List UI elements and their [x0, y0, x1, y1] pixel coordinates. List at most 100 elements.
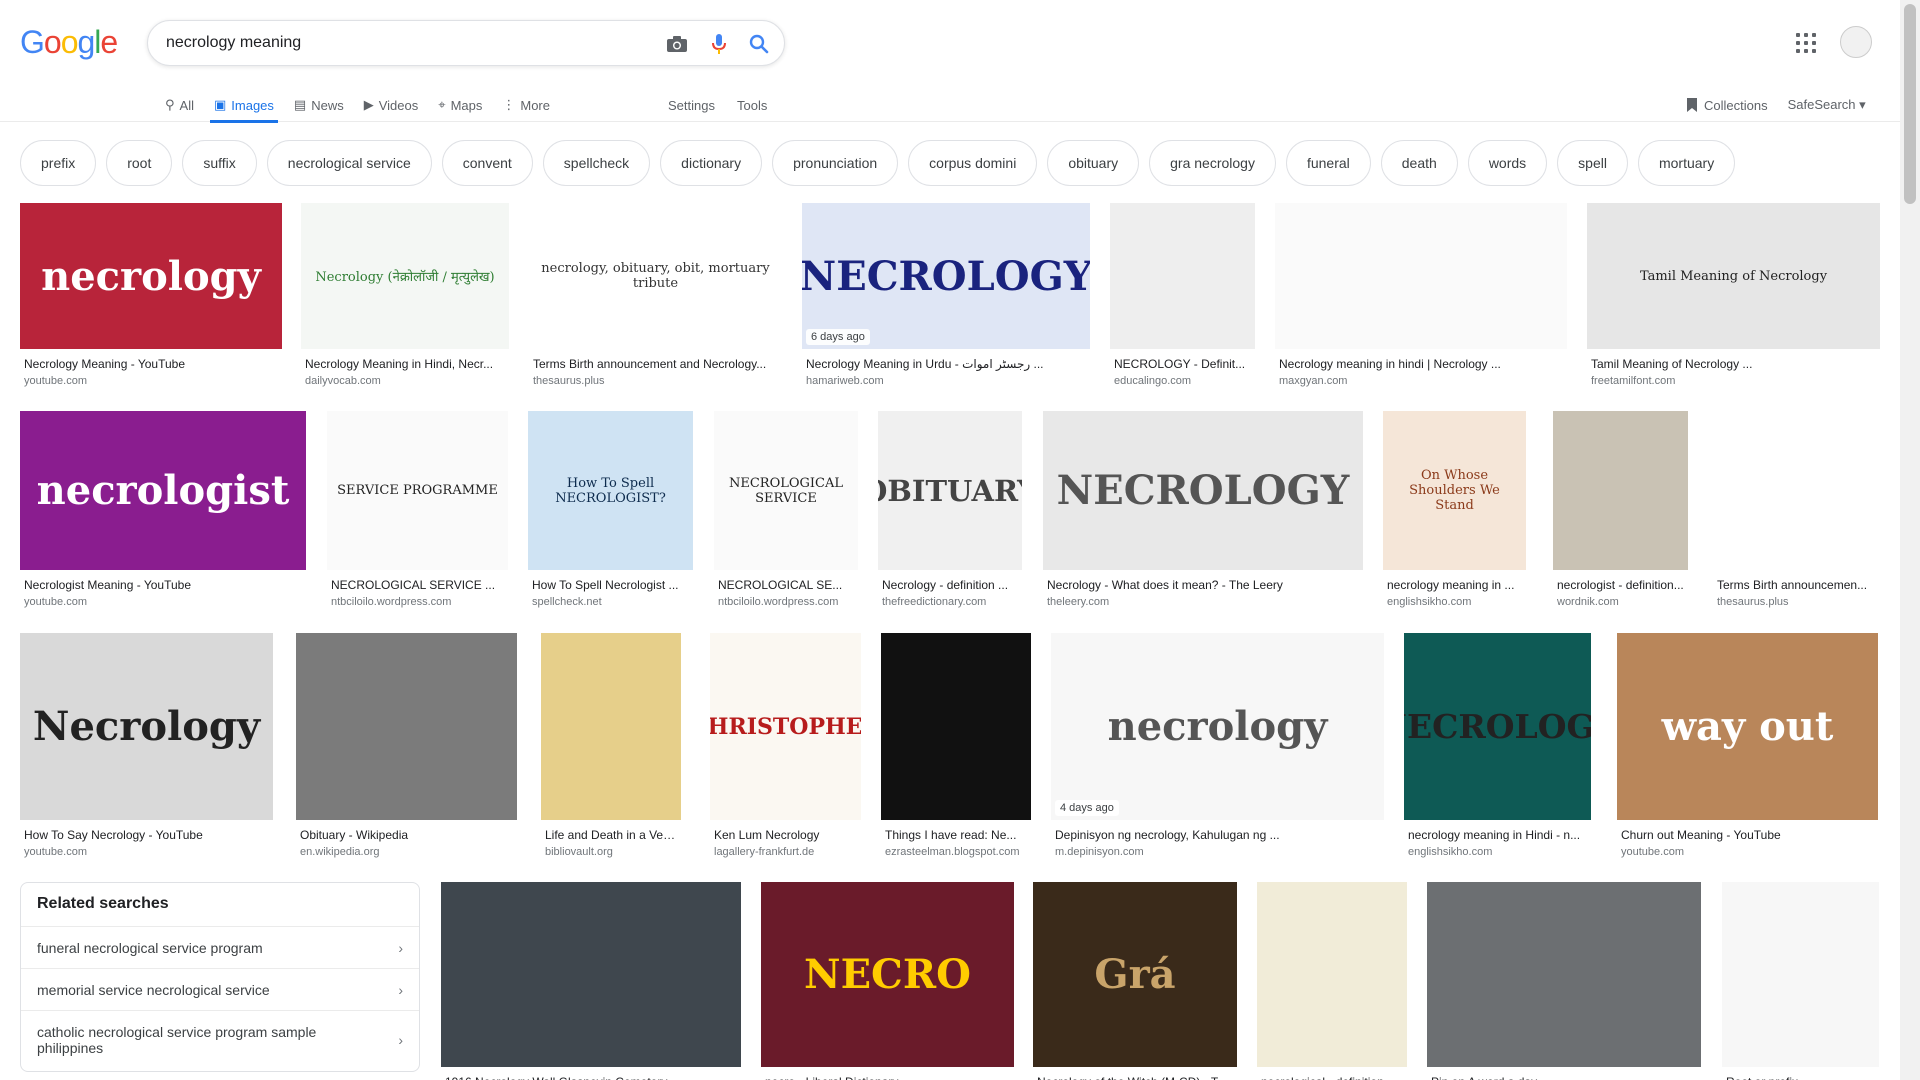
- image-thumbnail[interactable]: [1713, 411, 1878, 570]
- image-thumbnail[interactable]: CHRISTOPHER: [710, 633, 861, 820]
- image-thumbnail[interactable]: NECROLOGY: [1043, 411, 1363, 570]
- image-result[interactable]: necrology, obituary, obit, mortuary trib…: [529, 203, 782, 391]
- tab-all[interactable]: ⚲ All: [165, 88, 194, 122]
- image-title[interactable]: Churn out Meaning - YouTube: [1621, 828, 1874, 842]
- image-source[interactable]: thefreedictionary.com: [882, 596, 1018, 608]
- camera-icon[interactable]: [664, 31, 690, 57]
- image-thumbnail[interactable]: Necrology (नेक्रोलॉजी / मृत्युलेख): [301, 203, 509, 349]
- image-title[interactable]: Depinisyon ng necrology, Kahulugan ng ..…: [1055, 828, 1380, 842]
- image-result[interactable]: necrologist - definition... wordnik.com: [1553, 411, 1688, 612]
- image-source[interactable]: dailyvocab.com: [305, 375, 505, 387]
- image-result[interactable]: NECRO necro - Liberal Dictionary: [761, 882, 1014, 1080]
- image-source[interactable]: theleery.com: [1047, 596, 1359, 608]
- image-thumbnail[interactable]: How To Spell NECROLOGIST?: [528, 411, 693, 570]
- image-thumbnail[interactable]: OBITUARY: [878, 411, 1022, 570]
- image-result[interactable]: Necrology (नेक्रोलॉजी / मृत्युलेख) Necrol…: [301, 203, 509, 391]
- image-thumbnail[interactable]: [541, 633, 681, 820]
- image-result[interactable]: On Whose Shoulders We Stand necrology mea…: [1383, 411, 1526, 612]
- image-source[interactable]: hamariweb.com: [806, 375, 1086, 387]
- image-title[interactable]: Root or prefix...: [1726, 1075, 1875, 1080]
- refinement-chip[interactable]: spellcheck: [542, 140, 651, 186]
- image-result[interactable]: OBITUARY Necrology - definition ... thefre…: [878, 411, 1022, 612]
- image-source[interactable]: en.wikipedia.org: [300, 846, 513, 858]
- tools-link[interactable]: Tools: [737, 98, 767, 113]
- related-search-item[interactable]: memorial service necrological service ›: [21, 969, 419, 1011]
- image-thumbnail[interactable]: necrology: [20, 203, 282, 349]
- image-title[interactable]: Ken Lum Necrology: [714, 828, 857, 842]
- image-title[interactable]: Terms Birth announcemen...: [1717, 578, 1874, 592]
- image-title[interactable]: Life and Death in a Ven...: [545, 828, 677, 842]
- image-thumbnail[interactable]: way out: [1617, 633, 1878, 820]
- image-thumbnail[interactable]: NECROLOGY: [1404, 633, 1591, 820]
- image-result[interactable]: Grá Necrology of the Witch (M-CD) - T...: [1033, 882, 1237, 1080]
- image-title[interactable]: Necrology of the Witch (M-CD) - T...: [1037, 1075, 1233, 1080]
- image-source[interactable]: bibliovault.org: [545, 846, 677, 858]
- search-icon[interactable]: [746, 31, 772, 57]
- image-source[interactable]: ntbciloilo.wordpress.com: [718, 596, 854, 608]
- image-thumbnail[interactable]: [881, 633, 1031, 820]
- image-thumbnail[interactable]: [441, 882, 741, 1067]
- image-source[interactable]: spellcheck.net: [532, 596, 689, 608]
- image-result[interactable]: Tamil Meaning of Necrology Tamil Meaning …: [1587, 203, 1880, 391]
- refinement-chip[interactable]: suffix: [182, 140, 257, 186]
- refinement-chip[interactable]: gra necrology: [1149, 140, 1276, 186]
- image-title[interactable]: Necrology - What does it mean? - The Lee…: [1047, 578, 1359, 592]
- refinement-chip[interactable]: necrological service: [266, 140, 432, 186]
- image-title[interactable]: NECROLOGICAL SE...: [718, 578, 854, 592]
- refinement-chip[interactable]: dictionary: [660, 140, 763, 186]
- image-result[interactable]: SERVICE PROGRAMME NECROLOGICAL SERVICE ..…: [327, 411, 508, 612]
- scrollbar-thumb[interactable]: [1904, 4, 1916, 204]
- image-source[interactable]: maxgyan.com: [1279, 375, 1563, 387]
- refinement-chip[interactable]: prefix: [20, 140, 97, 186]
- related-search-item[interactable]: catholic necrological service program sa…: [21, 1011, 419, 1069]
- image-title[interactable]: necrology meaning in Hindi - n...: [1408, 828, 1587, 842]
- image-thumbnail[interactable]: [1275, 203, 1567, 349]
- image-title[interactable]: Necrologist Meaning - YouTube: [24, 578, 302, 592]
- image-source[interactable]: youtube.com: [1621, 846, 1874, 858]
- image-thumbnail[interactable]: Tamil Meaning of Necrology: [1587, 203, 1880, 349]
- image-result[interactable]: NECROLOGY Necrology - What does it mean? …: [1043, 411, 1363, 612]
- microphone-icon[interactable]: [706, 31, 732, 57]
- refinement-chip[interactable]: spell: [1557, 140, 1628, 186]
- image-title[interactable]: Necrology Meaning in Hindi, Necr...: [305, 357, 505, 371]
- image-result[interactable]: Necrology How To Say Necrology - YouTube y…: [20, 633, 273, 862]
- image-result[interactable]: Terms Birth announcemen... thesaurus.plus: [1713, 411, 1878, 612]
- image-title[interactable]: NECROLOGICAL SERVICE ...: [331, 578, 504, 592]
- image-thumbnail[interactable]: [1553, 411, 1688, 570]
- image-thumbnail[interactable]: Grá: [1033, 882, 1237, 1067]
- image-title[interactable]: Necrology - definition ...: [882, 578, 1018, 592]
- image-source[interactable]: thesaurus.plus: [1717, 596, 1874, 608]
- image-source[interactable]: m.depinisyon.com: [1055, 846, 1380, 858]
- image-title[interactable]: NECROLOGY - Definit...: [1114, 357, 1251, 371]
- image-result[interactable]: How To Spell NECROLOGIST? How To Spell Ne…: [528, 411, 693, 612]
- refinement-chip[interactable]: pronunciation: [772, 140, 899, 186]
- image-thumbnail[interactable]: Necrology: [20, 633, 273, 820]
- image-source[interactable]: educalingo.com: [1114, 375, 1251, 387]
- collections-link[interactable]: Collections: [1686, 97, 1768, 113]
- image-source[interactable]: ezrasteelman.blogspot.com: [885, 846, 1027, 858]
- image-title[interactable]: Necrology meaning in hindi | Necrology .…: [1279, 357, 1563, 371]
- image-result[interactable]: NECROLOGICAL SERVICE NECROLOGICAL SE... nt…: [714, 411, 858, 612]
- image-title[interactable]: necro - Liberal Dictionary: [765, 1075, 1010, 1080]
- image-title[interactable]: 1916 Necrology Wall Glasnevin Cemetery..…: [445, 1075, 737, 1080]
- refinement-chip[interactable]: obituary: [1047, 140, 1140, 186]
- tab-more[interactable]: ⋮ More: [502, 88, 550, 122]
- image-thumbnail[interactable]: [1722, 882, 1879, 1067]
- image-thumbnail[interactable]: [1110, 203, 1255, 349]
- image-source[interactable]: youtube.com: [24, 846, 269, 858]
- search-input[interactable]: [166, 21, 626, 65]
- image-thumbnail[interactable]: necrology 4 days ago: [1051, 633, 1384, 820]
- settings-link[interactable]: Settings: [668, 98, 715, 113]
- scrollbar[interactable]: [1900, 0, 1920, 1080]
- image-title[interactable]: How To Spell Necrologist ...: [532, 578, 689, 592]
- image-source[interactable]: freetamilfont.com: [1591, 375, 1876, 387]
- refinement-chip[interactable]: convent: [441, 140, 533, 186]
- image-thumbnail[interactable]: [296, 633, 517, 820]
- refinement-chip[interactable]: words: [1467, 140, 1548, 186]
- image-result[interactable]: NECROLOGY necrology meaning in Hindi - n.…: [1404, 633, 1591, 862]
- tab-news[interactable]: ▤ News: [294, 88, 344, 122]
- related-search-item[interactable]: funeral necrological service program ›: [21, 927, 419, 969]
- image-source[interactable]: thesaurus.plus: [533, 375, 778, 387]
- safesearch-dropdown[interactable]: SafeSearch ▾: [1788, 97, 1866, 113]
- avatar[interactable]: [1840, 26, 1872, 58]
